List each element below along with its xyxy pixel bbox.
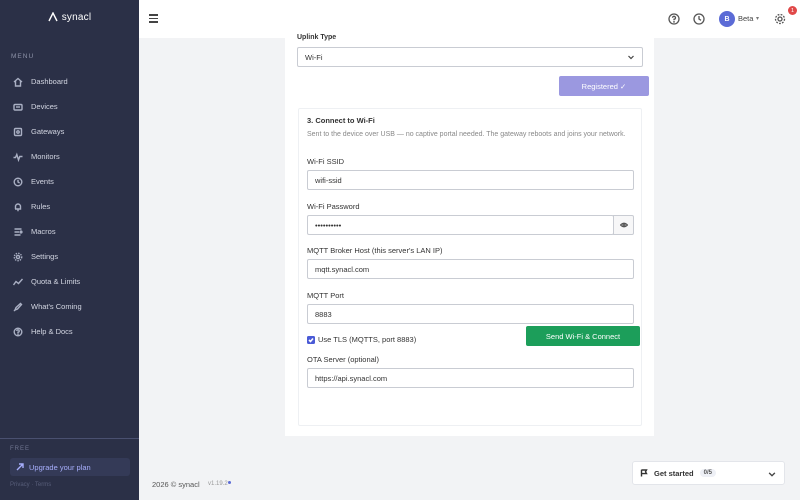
upgrade-icon (16, 463, 24, 471)
sidebar-item-events[interactable]: Events (0, 169, 139, 194)
rocket-icon (13, 302, 23, 311)
sidebar-item-label: Settings (31, 252, 59, 261)
ssid-input[interactable]: wifi-ssid (307, 170, 634, 190)
devices-icon (13, 103, 23, 111)
top-header: B Beta ▾ 1 (139, 0, 800, 38)
home-icon (13, 77, 23, 87)
sidebar-item-rules[interactable]: Rules (0, 194, 139, 219)
get-started-label: Get started (654, 468, 694, 478)
mqtt-port-label: MQTT Port (307, 291, 344, 300)
sidebar-item-monitors[interactable]: Monitors (0, 144, 139, 169)
wifi-section: 3. Connect to Wi-Fi Sent to the device o… (298, 108, 642, 426)
sidebar-item-label: Macros (31, 227, 56, 236)
get-started-panel[interactable]: Get started 0/5 (632, 461, 785, 485)
sidebar-item-label: Quota & Limits (31, 277, 81, 286)
brand[interactable]: synacl (0, 0, 139, 34)
chevron-down-icon[interactable]: ▾ (756, 15, 759, 22)
version-label: v1.19.2 (208, 481, 228, 487)
eye-icon (619, 222, 628, 228)
sidebar-item-label: What's Coming (31, 302, 82, 311)
send-wifi-connect-button[interactable]: Send Wi-Fi & Connect (526, 326, 640, 346)
ota-label: OTA Server (optional) (307, 355, 379, 364)
ota-input[interactable]: https://api.synacl.com (307, 368, 634, 388)
uplink-type-select[interactable]: Wi-Fi (297, 47, 643, 67)
mqtt-host-input[interactable]: mqtt.synacl.com (307, 259, 634, 279)
sidebar-footer-links[interactable]: Privacy · Terms (10, 482, 51, 488)
checkmark-icon (308, 337, 314, 343)
upgrade-plan-button[interactable]: Upgrade your plan (10, 458, 130, 476)
password-label: Wi-Fi Password (307, 202, 360, 211)
sidebar-item-dashboard[interactable]: Dashboard (0, 69, 139, 94)
sidebar-item-devices[interactable]: Devices (0, 94, 139, 119)
password-value: •••••••••• (315, 220, 342, 230)
chart-icon (13, 278, 23, 285)
section-description: Sent to the device over USB — no captive… (307, 131, 626, 138)
brand-name: synacl (61, 11, 92, 23)
settings-gear-icon[interactable] (774, 13, 786, 25)
gateway-setup-card: Uplink Type Wi-Fi Registered ✓ 3. Connec… (285, 34, 654, 436)
update-dot (228, 481, 231, 484)
mqtt-port-value: 8883 (315, 309, 332, 319)
sidebar-item-quota[interactable]: Quota & Limits (0, 269, 139, 294)
sidebar-item-whats-coming[interactable]: What's Coming (0, 294, 139, 319)
sidebar: synacl MENU Dashboard Devices Gateways M… (0, 0, 139, 500)
notification-badge: 1 (788, 6, 797, 15)
sidebar-nav: Dashboard Devices Gateways Monitors Even… (0, 69, 139, 344)
chevron-down-icon[interactable] (768, 470, 776, 478)
bell-icon (14, 202, 22, 211)
menu-section-label: MENU (11, 53, 35, 60)
logo-icon (48, 12, 58, 22)
password-input[interactable]: •••••••••• (307, 215, 614, 235)
registered-button[interactable]: Registered ✓ (559, 76, 649, 96)
plan-label: FREE (10, 446, 31, 452)
help-icon[interactable] (668, 13, 680, 25)
mqtt-host-value: mqtt.synacl.com (315, 264, 370, 274)
sidebar-item-label: Dashboard (31, 77, 68, 86)
section-title: 3. Connect to Wi-Fi (307, 116, 375, 125)
show-password-button[interactable] (613, 215, 634, 235)
main-content: Uplink Type Wi-Fi Registered ✓ 3. Connec… (139, 34, 800, 468)
gateway-icon (13, 127, 23, 136)
user-name[interactable]: Beta (738, 14, 753, 23)
pulse-icon (13, 151, 23, 162)
history-icon[interactable] (693, 13, 705, 25)
clock-icon (13, 177, 23, 186)
uplink-type-value: Wi-Fi (305, 52, 323, 62)
upgrade-plan-label: Upgrade your plan (29, 462, 91, 472)
menu-toggle-icon[interactable] (149, 14, 158, 23)
sidebar-item-label: Monitors (31, 152, 60, 161)
mqtt-port-input[interactable]: 8883 (307, 304, 634, 324)
help-icon (13, 327, 23, 336)
copyright: 2026 © synacl (152, 480, 200, 489)
sidebar-item-help[interactable]: Help & Docs (0, 319, 139, 344)
sidebar-item-macros[interactable]: Macros (0, 219, 139, 244)
avatar[interactable]: B (719, 11, 735, 27)
flag-icon (640, 469, 648, 477)
sidebar-item-label: Help & Docs (31, 327, 73, 336)
tls-label[interactable]: Use TLS (MQTTS, port 8883) (318, 335, 416, 344)
ota-value: https://api.synacl.com (315, 373, 388, 383)
sidebar-divider (0, 438, 139, 439)
gear-icon (13, 252, 23, 261)
sidebar-item-label: Devices (31, 102, 58, 111)
sidebar-item-label: Gateways (31, 127, 65, 136)
sidebar-item-settings[interactable]: Settings (0, 244, 139, 269)
sidebar-item-label: Rules (31, 202, 51, 211)
macro-icon (14, 227, 23, 236)
ssid-label: Wi-Fi SSID (307, 157, 345, 166)
tls-checkbox[interactable] (307, 336, 315, 344)
get-started-progress: 0/5 (699, 469, 716, 477)
mqtt-host-label: MQTT Broker Host (this server's LAN IP) (307, 246, 443, 255)
uplink-type-label: Uplink Type (297, 34, 337, 41)
chevron-down-icon (628, 55, 634, 60)
sidebar-item-label: Events (31, 177, 54, 186)
ssid-value: wifi-ssid (315, 175, 342, 185)
sidebar-item-gateways[interactable]: Gateways (0, 119, 139, 144)
